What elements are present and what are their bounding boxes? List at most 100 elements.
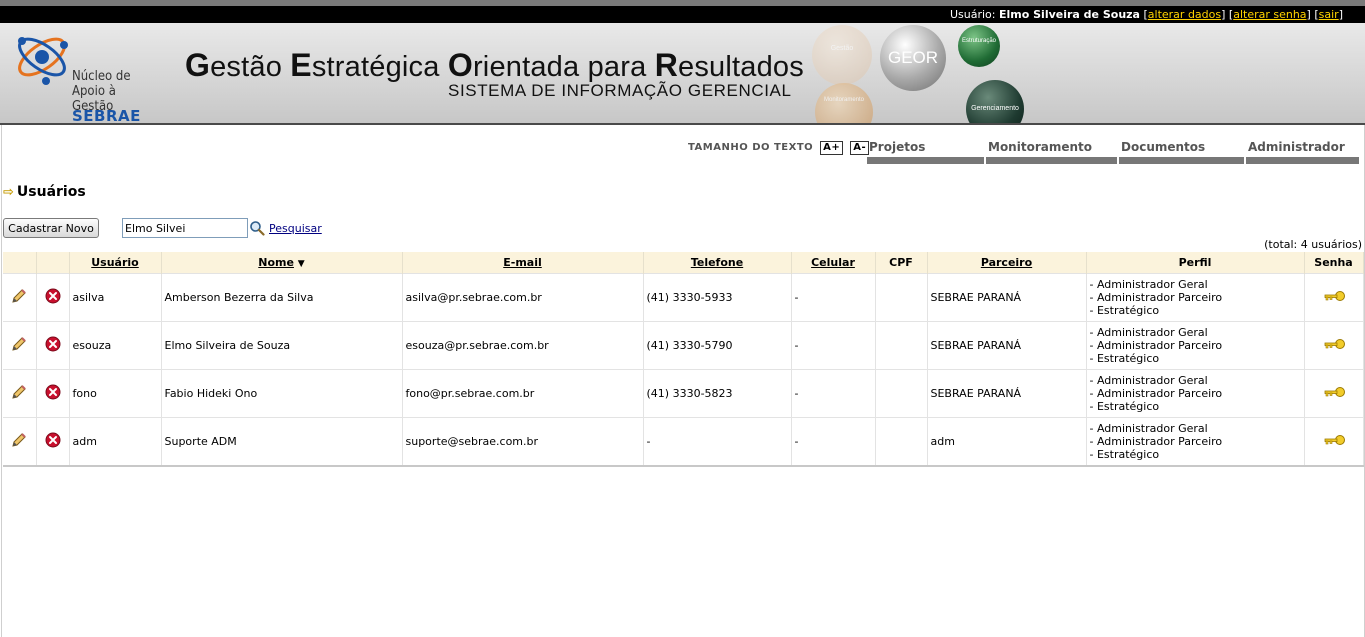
cell-telefone: (41) 3330-5933 bbox=[643, 273, 792, 322]
total-count: (total: 4 usuários) bbox=[1264, 238, 1362, 251]
faded-sphere-bottom: Monitoramento bbox=[815, 83, 873, 123]
cell-parceiro: SEBRAE PARANÁ bbox=[927, 273, 1087, 322]
cell-usuario: esouza bbox=[69, 321, 162, 370]
delete-icon[interactable] bbox=[45, 336, 61, 355]
cell-cpf bbox=[875, 273, 928, 322]
nav-administrador[interactable]: Administrador bbox=[1246, 140, 1359, 166]
edit-pencil-icon[interactable] bbox=[10, 337, 28, 356]
cell-celular: - bbox=[791, 369, 876, 418]
cell-cpf bbox=[875, 417, 928, 467]
table-header-row: Usuário Nome ▼ E-mail Telefone Celular C… bbox=[3, 252, 1364, 274]
cell-usuario: fono bbox=[69, 369, 162, 418]
cell-senha bbox=[1304, 369, 1364, 418]
arrow-right-icon: ⇨ bbox=[3, 185, 14, 200]
cell-perfil: - Administrador Geral - Administrador Par… bbox=[1086, 321, 1305, 370]
edit-data-link[interactable]: alterar dados bbox=[1148, 8, 1221, 21]
cell-celular: - bbox=[791, 321, 876, 370]
perfil-item: - Estratégico bbox=[1089, 304, 1160, 317]
edit-cell bbox=[3, 369, 37, 418]
cell-email: esouza@pr.sebrae.com.br bbox=[402, 321, 644, 370]
user-bar: Usuário: Elmo Silveira de Souza [alterar… bbox=[0, 6, 1365, 23]
edit-column-header bbox=[3, 252, 37, 274]
perfil-item: - Estratégico bbox=[1089, 448, 1160, 461]
sebrae-brand: SEBRAE bbox=[72, 107, 141, 125]
edit-pencil-icon[interactable] bbox=[10, 289, 28, 308]
table-row: esouza Elmo Silveira de Souza esouza@pr.se… bbox=[3, 321, 1364, 370]
col-usuario[interactable]: Usuário bbox=[69, 252, 162, 274]
cell-email: suporte@sebrae.com.br bbox=[402, 417, 644, 467]
cell-telefone: (41) 3330-5823 bbox=[643, 369, 792, 418]
perfil-item: - Administrador Geral bbox=[1089, 374, 1208, 387]
delete-cell bbox=[36, 321, 70, 370]
edit-cell bbox=[3, 321, 37, 370]
cell-telefone: (41) 3330-5790 bbox=[643, 321, 792, 370]
key-icon[interactable] bbox=[1323, 387, 1345, 401]
perfil-item: - Administrador Parceiro bbox=[1089, 435, 1223, 448]
cell-senha bbox=[1304, 417, 1364, 467]
perfil-item: - Administrador Parceiro bbox=[1089, 387, 1223, 400]
col-cpf: CPF bbox=[875, 252, 928, 274]
nav-documentos[interactable]: Documentos bbox=[1119, 140, 1244, 166]
perfil-item: - Administrador Geral bbox=[1089, 422, 1208, 435]
cell-nome: Fabio Hideki Ono bbox=[161, 369, 403, 418]
delete-column-header bbox=[36, 252, 70, 274]
col-nome[interactable]: Nome ▼ bbox=[161, 252, 403, 274]
table-row: adm Suporte ADM suporte@sebrae.com.br - - adm… bbox=[3, 417, 1364, 467]
text-increase-button[interactable]: A+ bbox=[820, 141, 844, 155]
edit-pencil-icon[interactable] bbox=[10, 385, 28, 404]
key-icon[interactable] bbox=[1323, 291, 1345, 305]
cell-perfil: - Administrador Geral - Administrador Par… bbox=[1086, 273, 1305, 322]
text-size-label: TAMANHO DO TEXTO bbox=[688, 142, 814, 153]
cell-nome: Amberson Bezerra da Silva bbox=[161, 273, 403, 322]
perfil-item: - Administrador Parceiro bbox=[1089, 339, 1223, 352]
search-link[interactable]: Pesquisar bbox=[269, 222, 322, 235]
edit-cell bbox=[3, 273, 37, 322]
table-row: asilva Amberson Bezerra da Silva asilva@pr… bbox=[3, 273, 1364, 322]
nav-projetos[interactable]: Projetos bbox=[867, 140, 984, 166]
search-input[interactable] bbox=[122, 218, 248, 238]
add-user-button[interactable]: Cadastrar Novo bbox=[3, 218, 99, 238]
faded-sphere-top: Gestão bbox=[812, 25, 872, 85]
delete-icon[interactable] bbox=[45, 384, 61, 403]
sort-desc-icon: ▼ bbox=[297, 259, 305, 269]
delete-icon[interactable] bbox=[45, 288, 61, 307]
search-icon[interactable] bbox=[249, 220, 265, 236]
change-password-link[interactable]: alterar senha bbox=[1233, 8, 1306, 21]
perfil-item: - Estratégico bbox=[1089, 400, 1160, 413]
col-email[interactable]: E-mail bbox=[402, 252, 644, 274]
cell-email: fono@pr.sebrae.com.br bbox=[402, 369, 644, 418]
key-icon[interactable] bbox=[1323, 435, 1345, 449]
structuring-sphere: Estruturação bbox=[958, 25, 1000, 67]
col-telefone[interactable]: Telefone bbox=[643, 252, 792, 274]
management-sphere: Gerenciamento bbox=[966, 80, 1024, 123]
col-celular[interactable]: Celular bbox=[791, 252, 876, 274]
delete-cell bbox=[36, 417, 70, 467]
delete-cell bbox=[36, 273, 70, 322]
key-icon[interactable] bbox=[1323, 339, 1345, 353]
logo: Núcleo de Apoio à Gestão SEBRAE bbox=[12, 27, 152, 123]
user-label: Usuário: bbox=[949, 8, 996, 21]
header-banner: Núcleo de Apoio à Gestão SEBRAE Gestão E… bbox=[0, 23, 1365, 125]
table-row: fono Fabio Hideki Ono fono@pr.sebrae.com.b… bbox=[3, 369, 1364, 418]
user-name: Elmo Silveira de Souza bbox=[999, 8, 1140, 21]
cell-cpf bbox=[875, 369, 928, 418]
logout-link[interactable]: sair bbox=[1319, 8, 1339, 21]
perfil-item: - Administrador Parceiro bbox=[1089, 291, 1223, 304]
cell-perfil: - Administrador Geral - Administrador Par… bbox=[1086, 417, 1305, 467]
perfil-item: - Administrador Geral bbox=[1089, 326, 1208, 339]
delete-icon[interactable] bbox=[45, 432, 61, 451]
col-perfil: Perfil bbox=[1086, 252, 1305, 274]
geor-sphere: GEOR bbox=[880, 25, 946, 91]
cell-senha bbox=[1304, 321, 1364, 370]
edit-pencil-icon[interactable] bbox=[10, 433, 28, 452]
cell-parceiro: SEBRAE PARANÁ bbox=[927, 369, 1087, 418]
delete-cell bbox=[36, 369, 70, 418]
nav-monitoramento[interactable]: Monitoramento bbox=[986, 140, 1117, 166]
cell-email: asilva@pr.sebrae.com.br bbox=[402, 273, 644, 322]
perfil-item: - Administrador Geral bbox=[1089, 278, 1208, 291]
system-headline: Gestão Estratégica Orientada para Result… bbox=[185, 47, 804, 83]
cell-telefone: - bbox=[643, 417, 792, 467]
system-subtitle: SISTEMA DE INFORMAÇÃO GERENCIAL bbox=[448, 81, 792, 100]
col-parceiro[interactable]: Parceiro bbox=[927, 252, 1087, 274]
edit-cell bbox=[3, 417, 37, 467]
